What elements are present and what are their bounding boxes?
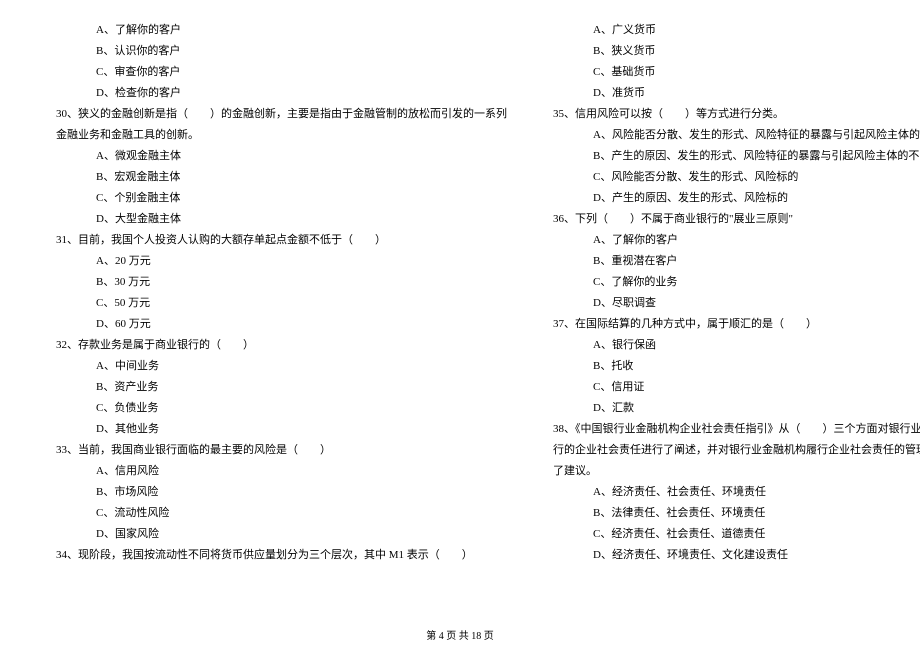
question-continuation: 了建议。: [537, 461, 920, 482]
option-text: B、法律责任、社会责任、环境责任: [537, 503, 920, 524]
option-text: B、认识你的客户: [40, 41, 507, 62]
option-text: B、重视潜在客户: [537, 251, 920, 272]
option-text: B、资产业务: [40, 377, 507, 398]
two-column-layout: A、了解你的客户 B、认识你的客户 C、审查你的客户 D、检查你的客户 30、狭…: [40, 20, 880, 620]
option-text: D、汇款: [537, 398, 920, 419]
option-text: C、经济责任、社会责任、道德责任: [537, 524, 920, 545]
question-text: 38、《中国银行业金融机构企业社会责任指引》从（ ）三个方面对银行业金融机构应该…: [537, 419, 920, 440]
option-text: D、产生的原因、发生的形式、风险标的: [537, 188, 920, 209]
option-text: B、宏观金融主体: [40, 167, 507, 188]
option-text: A、经济责任、社会责任、环境责任: [537, 482, 920, 503]
option-text: C、负债业务: [40, 398, 507, 419]
option-text: C、了解你的业务: [537, 272, 920, 293]
option-text: D、检查你的客户: [40, 83, 507, 104]
option-text: D、大型金融主体: [40, 209, 507, 230]
question-text: 32、存款业务是属于商业银行的（ ）: [40, 335, 507, 356]
option-text: A、信用风险: [40, 461, 507, 482]
option-text: B、30 万元: [40, 272, 507, 293]
question-text: 30、狭义的金融创新是指（ ）的金融创新，主要是指由于金融管制的放松而引发的一系…: [40, 104, 507, 125]
page-footer: 第 4 页 共 18 页: [0, 627, 920, 642]
option-text: A、中间业务: [40, 356, 507, 377]
option-text: C、审查你的客户: [40, 62, 507, 83]
option-text: A、风险能否分散、发生的形式、风险特征的暴露与引起风险主体的不同: [537, 125, 920, 146]
option-text: A、广义货币: [537, 20, 920, 41]
option-text: D、经济责任、环境责任、文化建设责任: [537, 545, 920, 566]
option-text: C、流动性风险: [40, 503, 507, 524]
option-text: C、基础货币: [537, 62, 920, 83]
option-text: C、风险能否分散、发生的形式、风险标的: [537, 167, 920, 188]
option-text: D、其他业务: [40, 419, 507, 440]
right-column: A、广义货币 B、狭义货币 C、基础货币 D、准货币 35、信用风险可以按（ ）…: [537, 20, 920, 620]
option-text: B、市场风险: [40, 482, 507, 503]
left-column: A、了解你的客户 B、认识你的客户 C、审查你的客户 D、检查你的客户 30、狭…: [40, 20, 507, 620]
question-text: 36、下列（ ）不属于商业银行的"展业三原则": [537, 209, 920, 230]
option-text: A、20 万元: [40, 251, 507, 272]
option-text: A、银行保函: [537, 335, 920, 356]
option-text: C、50 万元: [40, 293, 507, 314]
option-text: B、狭义货币: [537, 41, 920, 62]
option-text: D、尽职调查: [537, 293, 920, 314]
option-text: D、60 万元: [40, 314, 507, 335]
option-text: B、托收: [537, 356, 920, 377]
question-continuation: 金融业务和金融工具的创新。: [40, 125, 507, 146]
option-text: A、微观金融主体: [40, 146, 507, 167]
option-text: C、个别金融主体: [40, 188, 507, 209]
question-text: 34、现阶段，我国按流动性不同将货币供应量划分为三个层次，其中 M1 表示（ ）: [40, 545, 507, 566]
option-text: A、了解你的客户: [40, 20, 507, 41]
question-continuation: 行的企业社会责任进行了阐述，并对银行业金融机构履行企业社会责任的管理机制和制度提…: [537, 440, 920, 461]
question-text: 37、在国际结算的几种方式中，属于顺汇的是（ ）: [537, 314, 920, 335]
question-text: 35、信用风险可以按（ ）等方式进行分类。: [537, 104, 920, 125]
option-text: A、了解你的客户: [537, 230, 920, 251]
option-text: B、产生的原因、发生的形式、风险特征的暴露与引起风险主体的不同: [537, 146, 920, 167]
option-text: D、国家风险: [40, 524, 507, 545]
option-text: D、准货币: [537, 83, 920, 104]
option-text: C、信用证: [537, 377, 920, 398]
question-text: 33、当前，我国商业银行面临的最主要的风险是（ ）: [40, 440, 507, 461]
question-text: 31、目前，我国个人投资人认购的大额存单起点金额不低于（ ）: [40, 230, 507, 251]
